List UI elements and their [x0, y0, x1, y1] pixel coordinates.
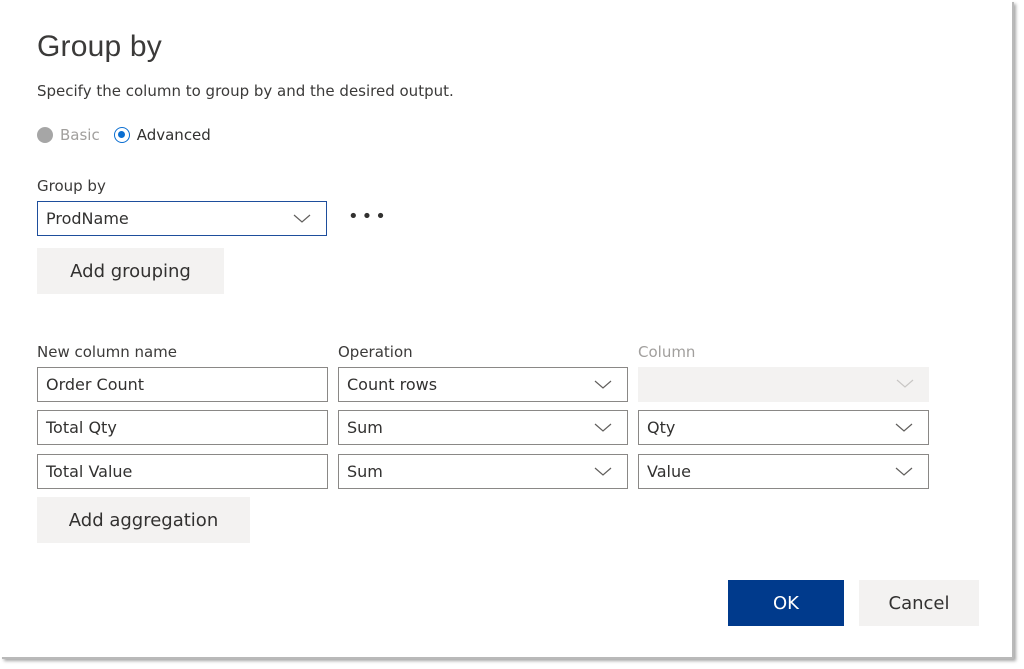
chevron-down-icon [593, 420, 613, 434]
operation-value: Count rows [347, 375, 438, 394]
column-dropdown[interactable]: Qty [638, 410, 929, 445]
operation-value: Sum [347, 462, 383, 481]
add-grouping-button[interactable]: Add grouping [37, 248, 224, 294]
chevron-down-icon [593, 464, 613, 478]
operation-dropdown[interactable]: Count rows [338, 367, 628, 402]
column-dropdown [638, 367, 929, 402]
column-value: Qty [647, 418, 676, 437]
new-column-name-value: Total Qty [46, 418, 117, 437]
ok-button[interactable]: OK [728, 580, 844, 626]
dialog-subtitle: Specify the column to group by and the d… [37, 82, 454, 100]
chevron-down-icon [895, 376, 915, 390]
operation-dropdown[interactable]: Sum [338, 410, 628, 445]
new-column-name-input[interactable]: Total Value [37, 454, 328, 489]
column-value: Value [647, 462, 691, 481]
dialog-title: Group by [37, 30, 162, 63]
chevron-down-icon [593, 377, 613, 391]
new-column-name-value: Total Value [46, 462, 133, 481]
new-column-name-input[interactable]: Total Qty [37, 410, 328, 445]
chevron-down-icon [894, 420, 914, 434]
group-by-value: ProdName [46, 209, 129, 228]
radio-advanced-indicator[interactable] [113, 127, 130, 143]
group-by-label: Group by [37, 177, 106, 195]
radio-basic[interactable]: Basic [37, 126, 100, 144]
cancel-button[interactable]: Cancel [859, 580, 979, 626]
column-dropdown[interactable]: Value [638, 454, 929, 489]
operation-dropdown[interactable]: Sum [338, 454, 628, 489]
new-column-name-input[interactable]: Order Count [37, 367, 328, 402]
radio-basic-indicator[interactable] [37, 127, 53, 143]
radio-advanced-label: Advanced [136, 126, 211, 144]
add-aggregation-button[interactable]: Add aggregation [37, 497, 250, 543]
mode-radio-group: Basic Advanced [37, 126, 225, 144]
new-column-name-value: Order Count [46, 375, 145, 394]
operation-value: Sum [347, 418, 383, 437]
group-by-dropdown[interactable]: ProdName [37, 201, 327, 236]
group-by-dialog: Group by Specify the column to group by … [0, 0, 1012, 657]
chevron-down-icon [292, 211, 312, 225]
header-new-column-name: New column name [37, 343, 178, 361]
header-operation: Operation [338, 343, 413, 361]
ellipsis-icon[interactable]: ••• [348, 206, 389, 227]
chevron-down-icon [894, 464, 914, 478]
radio-advanced[interactable]: Advanced [113, 126, 211, 144]
radio-basic-label: Basic [60, 126, 100, 144]
header-column: Column [638, 343, 696, 361]
